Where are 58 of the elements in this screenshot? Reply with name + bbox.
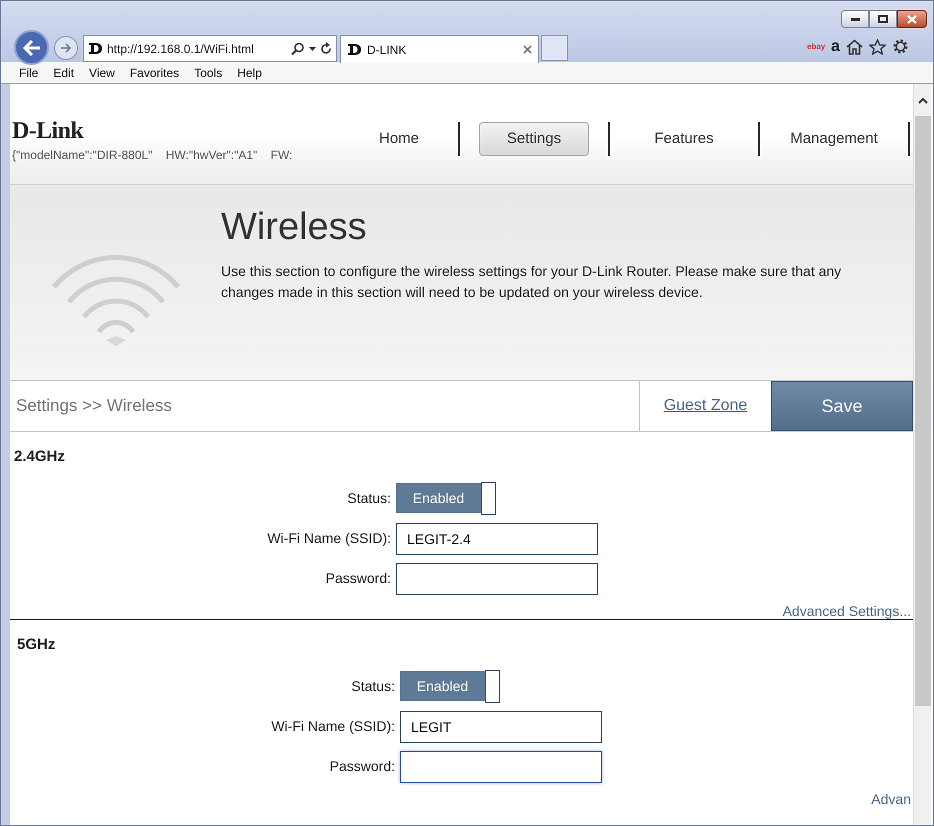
browser-tab[interactable]: D-LINK — [340, 35, 539, 63]
breadcrumb: Settings >> Wireless — [15, 395, 173, 418]
settings-icon[interactable] — [892, 38, 909, 55]
forward-arrow-icon — [60, 43, 72, 53]
minimize-button[interactable] — [841, 10, 869, 28]
field-label: Wi-Fi Name (SSID): — [266, 529, 391, 548]
menu-item[interactable]: View — [89, 64, 115, 82]
refresh-icon[interactable] — [320, 42, 332, 55]
nav-tab[interactable]: Settings — [479, 122, 589, 156]
menu-item[interactable]: Tools — [194, 64, 222, 82]
menu-item[interactable]: Favorites — [130, 64, 180, 82]
ssid-field[interactable]: LEGIT-2.4 — [396, 522, 598, 554]
home-icon[interactable] — [846, 38, 863, 54]
wifi-icon — [50, 252, 180, 348]
section-title: 5GHz — [16, 635, 56, 655]
menu-item[interactable]: Help — [237, 64, 262, 82]
dropdown-caret-icon[interactable] — [309, 46, 316, 50]
restore-button[interactable] — [869, 10, 897, 28]
amazon-link[interactable]: a — [831, 38, 840, 54]
scroll-up-icon[interactable] — [918, 97, 928, 104]
page-title: Wireless — [221, 205, 368, 249]
advanced-settings-link[interactable]: Advanced Settings... — [782, 600, 911, 622]
field-label: Status: — [350, 676, 395, 696]
nav-tab[interactable]: Home — [368, 122, 429, 156]
url-text: http://192.168.0.1/WiFi.html — [107, 40, 255, 58]
status-toggle[interactable]: Enabled — [396, 483, 481, 513]
advanced-settings-link[interactable]: Advan — [871, 788, 911, 810]
nav-tab[interactable]: Features — [644, 122, 724, 156]
site-logo-icon — [88, 42, 103, 55]
toggle-knob[interactable] — [481, 482, 496, 514]
field-label: Wi-Fi Name (SSID): — [270, 717, 395, 736]
ssid-field[interactable]: LEGIT — [400, 710, 602, 742]
back-arrow-icon — [22, 40, 40, 56]
status-toggle[interactable]: Enabled — [400, 671, 485, 701]
favorites-star-icon[interactable] — [868, 38, 886, 54]
forward-button[interactable] — [54, 36, 78, 60]
page-description: Use this section to configure the wireless settings for your D-Link Router. Please make sure that any changes made in this section will need to be updated on your wireless device. — [221, 262, 842, 302]
password-field[interactable] — [396, 562, 598, 594]
scrollbar[interactable] — [913, 84, 931, 825]
site-logo-icon — [347, 43, 362, 56]
search-icon[interactable] — [291, 42, 305, 56]
menu-item[interactable]: Edit — [53, 64, 74, 82]
nav-tab[interactable]: Management — [780, 122, 888, 156]
password-field[interactable] — [400, 750, 602, 782]
address-bar[interactable]: http://192.168.0.1/WiFi.html — [83, 35, 337, 62]
toggle-knob[interactable] — [485, 670, 500, 702]
close-button[interactable] — [897, 10, 927, 28]
brand-logo: D-Link — [12, 119, 85, 143]
field-label: Password: — [324, 569, 391, 588]
model-info: {"modelName":"DIR-880L" HW:"hwVer":"A1" FW: — [12, 147, 294, 164]
close-icon — [907, 14, 917, 24]
save-button[interactable]: Save — [771, 381, 913, 431]
field-label: Password: — [328, 757, 395, 776]
menu-item[interactable]: File — [19, 64, 38, 82]
field-label: Status: — [346, 488, 391, 508]
section-title: 2.4GHz — [13, 447, 66, 467]
back-button[interactable] — [14, 30, 49, 65]
close-tab-icon[interactable] — [523, 45, 532, 54]
